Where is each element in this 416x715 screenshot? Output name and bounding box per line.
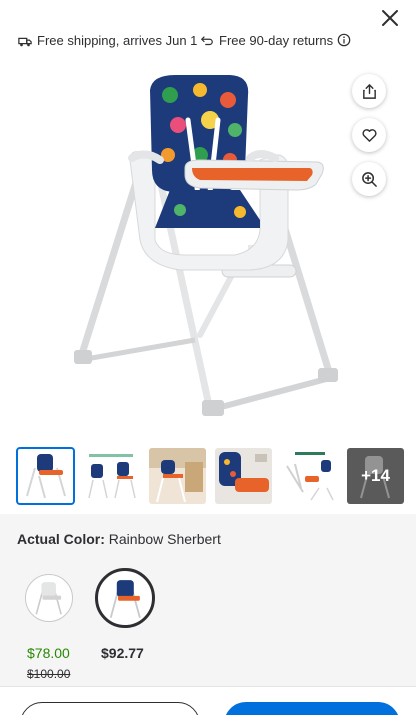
product-image[interactable] (60, 60, 350, 440)
color-label: Actual Color: (17, 531, 105, 547)
thumbnail-2[interactable] (83, 448, 140, 504)
share-icon (362, 83, 376, 99)
thumbnail-image (83, 448, 140, 504)
thumbnail-4[interactable] (215, 448, 272, 504)
zoom-button[interactable] (352, 162, 386, 196)
swatch-image (35, 582, 63, 615)
color-label-row: Actual Color: Rainbow Sherbert (17, 531, 221, 547)
swatch-image (109, 579, 141, 618)
favorite-button[interactable] (352, 118, 386, 152)
heart-icon (361, 128, 377, 142)
secondary-action-button[interactable] (20, 702, 200, 715)
primary-action-button[interactable] (224, 702, 400, 715)
shipping-info: Free shipping, arrives Jun 1 (18, 33, 197, 48)
thumbnail-image (215, 448, 272, 504)
variant-swatches (25, 568, 155, 628)
thumbnail-1[interactable] (16, 447, 75, 505)
fulfillment-bar: Free shipping, arrives Jun 1 Free 90-day… (0, 30, 416, 50)
thumbnail-image (281, 448, 338, 504)
variant-2-price: $92.77 (101, 645, 144, 661)
close-icon (382, 10, 398, 26)
color-value: Rainbow Sherbert (108, 531, 221, 547)
image-thumbnails: +14 (16, 447, 404, 505)
variant-1-was-price: $100.00 (27, 667, 71, 681)
returns-info: Free 90-day returns (200, 33, 333, 48)
image-actions (352, 74, 386, 196)
returns-text: Free 90-day returns (219, 33, 334, 48)
variant-swatch-1[interactable] (25, 574, 73, 622)
thumbnail-image (149, 448, 206, 504)
shipping-text: Free shipping, arrives Jun 1 (37, 33, 198, 48)
more-images-button[interactable]: +14 (347, 448, 404, 504)
zoom-in-icon (361, 171, 377, 187)
truck-icon (18, 37, 32, 46)
variant-1-price: $78.00 (27, 645, 70, 661)
return-icon (200, 35, 213, 45)
divider (0, 686, 416, 687)
thumbnail-5[interactable] (281, 448, 338, 504)
share-button[interactable] (352, 74, 386, 108)
info-icon[interactable] (337, 33, 351, 47)
more-images-count: +14 (361, 466, 390, 485)
thumbnail-3[interactable] (149, 448, 206, 504)
close-button[interactable] (378, 6, 402, 30)
variant-selector: Actual Color: Rainbow Sherbert $78.00 $1… (0, 514, 416, 686)
variant-swatch-2[interactable] (95, 568, 155, 628)
thumbnail-image (17, 448, 74, 504)
